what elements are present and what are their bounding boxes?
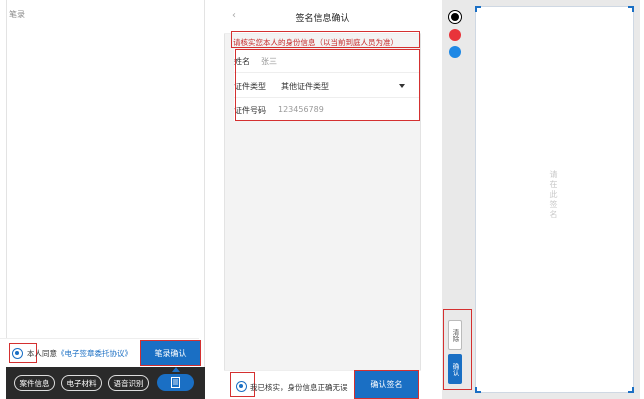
identity-form: 姓名 张三 证件类型 其他证件类型 证件号码 123456789 bbox=[234, 49, 419, 121]
agreement-radio[interactable] bbox=[12, 348, 23, 359]
pen-color-blue[interactable] bbox=[449, 46, 461, 58]
verify-text: 我已核实，身份信息正确无误 bbox=[250, 383, 348, 392]
transcript-confirm-button[interactable]: 笔录确认 bbox=[140, 340, 201, 366]
id-number-label: 证件号码 bbox=[234, 106, 266, 115]
verify-notice: 请核实您本人的身份信息（以当前到庭人员为准） bbox=[233, 38, 398, 47]
agreement-link[interactable]: 《电子签章委托协议》 bbox=[57, 349, 132, 358]
confirm-signature-button[interactable]: 确认签名 bbox=[354, 370, 419, 399]
dropdown-arrow-icon[interactable] bbox=[399, 84, 405, 88]
pen-color-red[interactable] bbox=[449, 29, 461, 41]
name-value: 张三 bbox=[261, 57, 277, 66]
agreement-prefix: 本人同意 bbox=[27, 349, 57, 358]
name-label: 姓名 bbox=[234, 57, 250, 66]
id-type-row[interactable]: 证件类型 其他证件类型 bbox=[234, 74, 419, 98]
agreement-text: 本人同意《电子签章委托协议》 bbox=[27, 348, 132, 359]
id-number-row: 证件号码 123456789 bbox=[234, 98, 419, 122]
id-type-label: 证件类型 bbox=[234, 82, 266, 91]
transcript-tool-button[interactable] bbox=[157, 374, 194, 391]
canvas-corner bbox=[475, 387, 481, 393]
voice-recognition-button[interactable]: 语音识别 bbox=[108, 375, 149, 391]
id-number-value: 123456789 bbox=[278, 105, 324, 114]
canvas-corner bbox=[628, 387, 634, 393]
pad-confirm-button[interactable]: 确认 bbox=[448, 354, 462, 384]
signature-info-title: 签名信息确认 bbox=[295, 14, 350, 24]
case-info-button[interactable]: 案件信息 bbox=[14, 375, 55, 391]
active-tool-caret bbox=[172, 367, 180, 372]
canvas-corner bbox=[628, 6, 634, 12]
electronic-materials-button[interactable]: 电子材料 bbox=[61, 375, 102, 391]
verify-radio[interactable] bbox=[236, 381, 247, 392]
id-type-select[interactable]: 其他证件类型 bbox=[281, 81, 329, 92]
canvas-placeholder: 请在此签名 bbox=[549, 170, 558, 220]
transcript-title: 笔录 bbox=[9, 10, 25, 19]
clear-button[interactable]: 清除 bbox=[448, 320, 462, 350]
canvas-corner bbox=[475, 6, 481, 12]
document-icon bbox=[171, 377, 180, 388]
pen-color-black[interactable] bbox=[449, 11, 461, 23]
name-row: 姓名 张三 bbox=[234, 49, 419, 73]
